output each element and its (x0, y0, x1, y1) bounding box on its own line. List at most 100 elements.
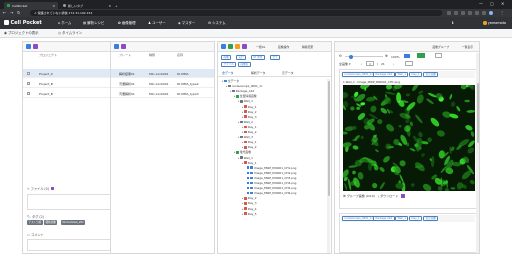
row-checkbox[interactable] (27, 72, 30, 75)
image-group-button[interactable]: 画像グループ (432, 45, 449, 49)
info-pill[interactable]: Package A10 (373, 216, 395, 221)
browser-menu-icon[interactable]: ⋮ (500, 10, 504, 16)
minimize-icon[interactable]: — (479, 1, 483, 6)
image-operation-button[interactable]: 画像操作 (278, 45, 289, 49)
forward-icon[interactable]: → (10, 10, 13, 16)
group-image-button[interactable]: ⌘ グループ画像 (0/10) (343, 194, 375, 198)
add-file-button[interactable] (221, 44, 226, 49)
channel-select[interactable]: 全画像 ▾ (339, 62, 350, 66)
add-plate-button[interactable] (114, 44, 119, 49)
info-pill[interactable]: nucleoscope_0001_1c (342, 216, 376, 221)
zoom-slider[interactable] (345, 54, 383, 59)
project-view-link[interactable]: ◉ プロジェクトの表示 (4, 31, 39, 36)
back-icon[interactable]: ← (3, 10, 6, 16)
comment-textarea[interactable] (27, 239, 123, 251)
scrollbar-thumb[interactable] (476, 83, 479, 143)
tree-item[interactable]: Image_MWP_P00001_CH3.png (246, 176, 296, 180)
plate-row[interactable]: 汚濁解析01 MiC-xxx0001 DI-MMA_type2 (111, 79, 214, 88)
extension-icon[interactable] (482, 11, 486, 15)
nav-users[interactable]: ♟ ユーザー (148, 20, 166, 26)
viewer-scrollbar[interactable] (476, 53, 479, 253)
tag-badge[interactable]: テスト分析 (27, 220, 43, 225)
tree-item[interactable]: Image_MWP_P00001_CH1.png (246, 166, 296, 170)
add-project-button[interactable] (26, 44, 31, 49)
tag-badge[interactable]: 細胞画像 (44, 220, 58, 225)
close-tab-icon[interactable]: ✕ (108, 4, 111, 8)
column-header-plate[interactable]: プレート (119, 53, 131, 57)
tree-item[interactable]: ▸ 位置情報画像 (234, 94, 257, 98)
tree-item[interactable]: ▸ Well_1 (238, 99, 253, 103)
reload-icon[interactable]: ↻ (17, 10, 20, 16)
info-pill[interactable]: 蛍光画像 (423, 216, 439, 221)
tree-item[interactable]: Image_MWP_P00001_CH5.png (246, 186, 296, 190)
delete-plate-button[interactable] (121, 44, 126, 49)
color-button[interactable] (417, 53, 425, 58)
filter-image-button[interactable]: 画像 (221, 55, 232, 60)
info-pill[interactable]: nucleoscope_0001_1c (342, 72, 376, 77)
trash-icon[interactable] (50, 186, 55, 191)
scrollbar-thumb[interactable] (327, 81, 330, 196)
upload-button[interactable] (228, 44, 233, 49)
info-pill[interactable]: Well_1 (395, 216, 409, 221)
tree-item[interactable]: ▸ 蛍光画像 (234, 150, 251, 154)
tree-item[interactable]: ▸ Day_1 (242, 140, 257, 144)
prev-page-icon[interactable]: ‹ (361, 62, 362, 66)
tag-badge[interactable]: NucleoView_201 (61, 220, 86, 225)
filter-image-name-button[interactable]: 画像名 (238, 62, 251, 67)
tree-checkbox[interactable] (246, 171, 250, 175)
filter-all-button[interactable]: 全て (270, 55, 281, 60)
fit-button[interactable] (404, 54, 410, 58)
tree-item[interactable]: ▸ Package_A10 (230, 89, 254, 93)
tab-analysis-data[interactable]: 解析データ (251, 71, 265, 75)
pencil-icon[interactable]: ✎ (27, 187, 30, 191)
page-input[interactable]: 1 (366, 61, 374, 66)
delete-project-button[interactable] (33, 44, 38, 49)
zoom-slider-handle[interactable] (349, 54, 353, 59)
tree-item[interactable]: ▸ Day_2 (242, 196, 257, 200)
tree-item[interactable]: Image_MWP_P00001_CH2.png (246, 171, 296, 175)
extension-icon[interactable] (447, 11, 451, 15)
browser-tab[interactable]: 新しいタブ ✕ (60, 2, 114, 9)
browser-tab-active[interactable]: CellPocket ✕ (4, 2, 58, 9)
user-menu[interactable]: yamamoto (483, 20, 506, 26)
filter-id-button[interactable]: ID 条件 (251, 55, 265, 60)
tree-item[interactable]: ▸ Day_2 (242, 145, 257, 149)
info-pill[interactable]: Package A10 (373, 72, 395, 77)
tree-item[interactable]: ▸ Day_2 (242, 110, 257, 114)
analysis-result-button[interactable]: 解析結果 (302, 45, 313, 49)
nav-home[interactable]: ⌂ ホーム (58, 20, 71, 26)
zoom-in-icon[interactable]: ⊕ (385, 54, 388, 58)
next-page-icon[interactable]: › (393, 62, 394, 66)
tree-checkbox[interactable] (246, 191, 250, 195)
tree-checkbox[interactable] (246, 166, 250, 169)
column-header-name[interactable]: 名称 (177, 53, 183, 57)
tree-item[interactable]: ▸ Day_1 (242, 161, 257, 165)
column-header-type[interactable]: 種類 (149, 53, 155, 57)
tree-item[interactable]: ▸ nucleoscope_0001_1c (226, 84, 263, 88)
download-button[interactable]: ⤓ ダウンロード (378, 194, 398, 198)
tree-scrollbar[interactable] (327, 79, 330, 253)
tree-item[interactable]: ▸ Well_1 (238, 156, 253, 160)
maximize-icon[interactable]: ▢ (490, 1, 494, 6)
plate-row[interactable]: 汚濁解析01 MiC-xxx0001 DI-MMA_type3 (111, 89, 214, 98)
filter-run-button[interactable]: 実行 (236, 55, 247, 60)
file-drop-area[interactable] (27, 194, 123, 210)
tab-all-data[interactable]: 全データ (222, 71, 234, 75)
filter-file-button[interactable]: ファイル (221, 62, 237, 67)
delete-file-button[interactable] (242, 44, 247, 49)
plate-row[interactable]: 解析結果01 MiC-xxx0001 DI-MMA (111, 69, 214, 78)
bulk-download-button[interactable]: 一括DL (256, 45, 265, 49)
tree-toggle-icon[interactable]: ▸ (230, 89, 231, 93)
tree-item[interactable]: ▸ 全データ (222, 79, 239, 83)
close-tab-icon[interactable]: ✕ (52, 4, 55, 8)
tree-checkbox[interactable] (246, 181, 250, 185)
row-checkbox[interactable] (27, 92, 30, 95)
nav-image-management[interactable]: ✿ 画像管理 (118, 20, 135, 26)
profile-avatar[interactable] (489, 11, 493, 15)
edit-button[interactable] (235, 44, 240, 49)
trash-icon[interactable] (401, 194, 405, 198)
tree-item[interactable]: Image_MWP_P00001_CH6.png (246, 191, 296, 195)
tree-item[interactable]: ▸ Day_5 (242, 212, 257, 216)
info-pill[interactable]: Well_1 (395, 72, 409, 77)
timeline-link[interactable]: ◷ タイムライン (58, 31, 82, 36)
